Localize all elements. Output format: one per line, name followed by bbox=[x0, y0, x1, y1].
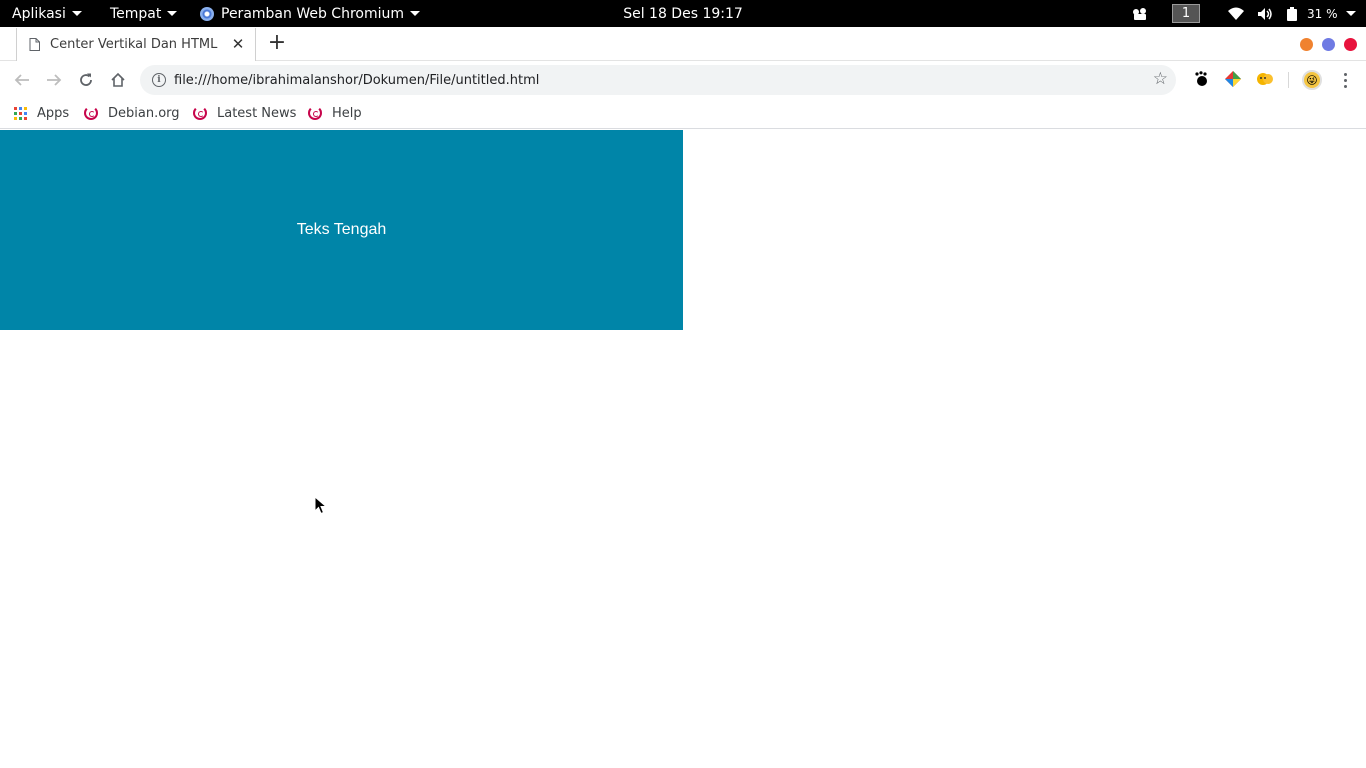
back-button[interactable] bbox=[9, 67, 35, 93]
bookmark-debian[interactable]: Debian.org bbox=[84, 102, 180, 124]
apps-grid-icon bbox=[14, 106, 27, 120]
top-panel: Aplikasi Tempat Peramban Web Chromium Se… bbox=[0, 0, 1366, 27]
workspace-indicator[interactable]: 1 bbox=[1172, 4, 1200, 23]
profile-avatar-icon[interactable]: 😜 bbox=[1302, 70, 1322, 90]
chevron-down-icon bbox=[167, 11, 178, 16]
clock-label[interactable]: Sel 18 Des 19:17 bbox=[623, 6, 743, 22]
debian-swirl-icon bbox=[84, 106, 98, 120]
home-icon bbox=[111, 72, 125, 87]
debian-swirl-icon bbox=[308, 106, 322, 120]
bookmark-apps[interactable]: Apps bbox=[14, 102, 69, 124]
page-icon bbox=[29, 38, 40, 51]
address-bar[interactable]: i file:///home/ibrahimalanshor/Dokumen/F… bbox=[140, 65, 1176, 95]
browser-toolbar: i file:///home/ibrahimalanshor/Dokumen/F… bbox=[0, 62, 1366, 98]
bookmark-label: Debian.org bbox=[108, 105, 180, 121]
smiley-extension-icon[interactable] bbox=[1256, 70, 1274, 88]
bookmarks-bar: Apps Debian.org Latest News Help bbox=[0, 98, 1366, 129]
new-tab-button[interactable]: + bbox=[266, 31, 288, 55]
chromium-icon bbox=[200, 6, 214, 21]
wifi-icon[interactable] bbox=[1228, 0, 1244, 27]
bookmark-label: Apps bbox=[37, 105, 70, 121]
reload-button[interactable] bbox=[73, 67, 99, 93]
bookmark-label: Latest News bbox=[217, 105, 297, 121]
tab-active[interactable]: Center Vertikal Dan HTML ✕ bbox=[16, 28, 256, 61]
forward-button[interactable] bbox=[41, 67, 67, 93]
places-menu-label: Tempat bbox=[110, 5, 162, 22]
gnome-foot-icon[interactable] bbox=[1192, 70, 1210, 88]
battery-percent: 31 % bbox=[1307, 6, 1338, 21]
browser-menu-button[interactable] bbox=[1335, 68, 1355, 92]
app-menu[interactable]: Peramban Web Chromium bbox=[200, 0, 420, 27]
tab-strip: Center Vertikal Dan HTML ✕ + bbox=[0, 27, 1366, 61]
app-menu-label: Peramban Web Chromium bbox=[221, 5, 404, 22]
toolbar-separator bbox=[1288, 72, 1289, 88]
arrow-left-icon bbox=[14, 74, 29, 86]
info-icon[interactable]: i bbox=[152, 73, 166, 87]
bookmark-latest-news[interactable]: Latest News bbox=[193, 102, 296, 124]
close-tab-icon[interactable]: ✕ bbox=[229, 35, 247, 53]
colorful-extension-icon[interactable] bbox=[1224, 70, 1242, 88]
workspace-number: 1 bbox=[1181, 6, 1191, 21]
page-content: Teks Tengah bbox=[0, 130, 1366, 768]
arrow-right-icon bbox=[47, 74, 62, 86]
minimize-button[interactable] bbox=[1300, 38, 1313, 51]
centered-box: Teks Tengah bbox=[0, 130, 683, 330]
maximize-button[interactable] bbox=[1322, 38, 1335, 51]
debian-swirl-icon bbox=[193, 106, 207, 120]
bookmark-help[interactable]: Help bbox=[308, 102, 362, 124]
home-button[interactable] bbox=[105, 67, 131, 93]
cheese-icon[interactable] bbox=[1131, 0, 1149, 27]
battery-indicator[interactable]: 31 % bbox=[1287, 0, 1356, 27]
chevron-down-icon bbox=[71, 11, 82, 16]
bookmark-star-icon[interactable]: ☆ bbox=[1153, 69, 1168, 89]
close-window-button[interactable] bbox=[1344, 38, 1357, 51]
reload-icon bbox=[80, 73, 92, 86]
volume-icon[interactable] bbox=[1257, 0, 1273, 27]
places-menu[interactable]: Tempat bbox=[110, 0, 178, 27]
bookmark-label: Help bbox=[332, 105, 362, 121]
centered-text: Teks Tengah bbox=[296, 221, 387, 238]
tab-title: Center Vertikal Dan HTML bbox=[50, 37, 218, 52]
url-text: file:///home/ibrahimalanshor/Dokumen/Fil… bbox=[174, 72, 540, 88]
battery-icon bbox=[1287, 6, 1297, 21]
applications-menu[interactable]: Aplikasi bbox=[12, 0, 82, 27]
chevron-down-icon bbox=[1345, 11, 1356, 16]
chevron-down-icon bbox=[410, 11, 420, 16]
applications-menu-label: Aplikasi bbox=[12, 5, 66, 22]
